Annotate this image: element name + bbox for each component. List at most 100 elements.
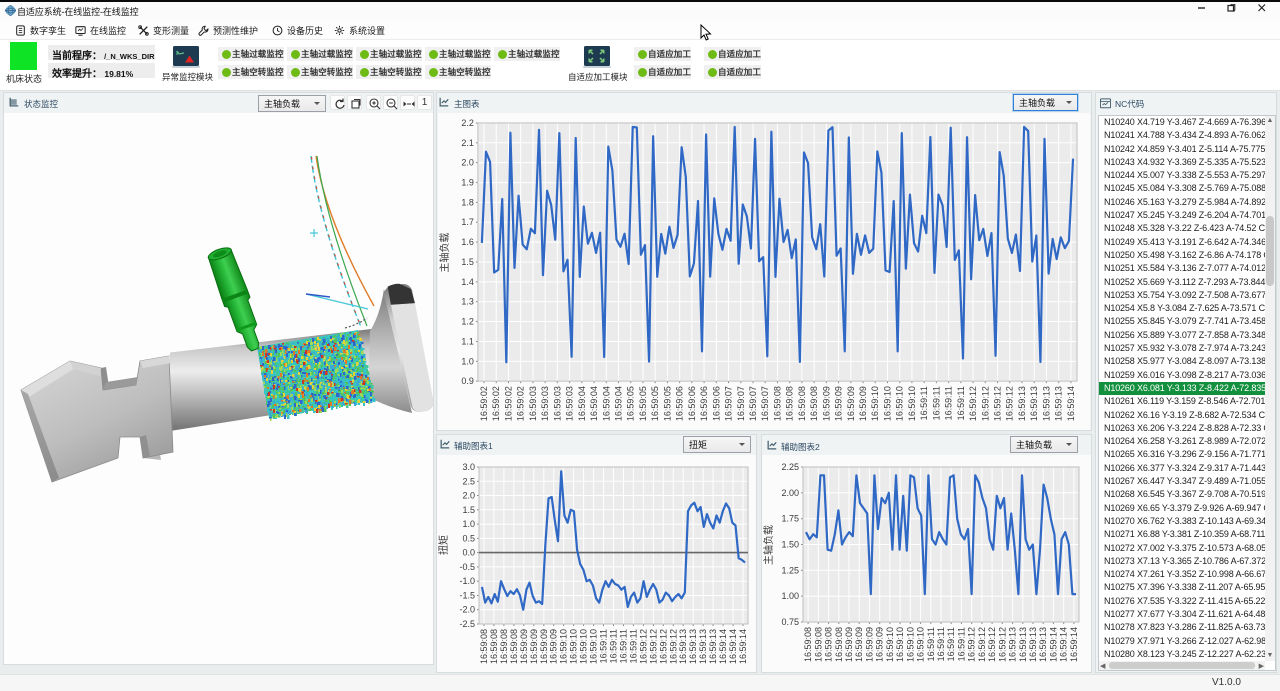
svg-text:16:59:12: 16:59:12: [1005, 386, 1015, 421]
svg-text:16:59:11: 16:59:11: [931, 386, 941, 420]
svg-text:16:59:11: 16:59:11: [628, 629, 638, 663]
svg-text:1.5: 1.5: [462, 505, 475, 515]
svg-text:16:59:11: 16:59:11: [599, 629, 609, 663]
svg-text:16:59:09: 16:59:09: [519, 629, 529, 664]
svg-text:3.0: 3.0: [462, 462, 475, 472]
svg-text:16:59:10: 16:59:10: [883, 386, 893, 421]
svg-text:16:59:04: 16:59:04: [577, 386, 587, 421]
svg-text:2.25: 2.25: [781, 462, 799, 472]
svg-text:16:59:12: 16:59:12: [668, 629, 678, 664]
svg-text:16:59:14: 16:59:14: [1069, 627, 1079, 662]
svg-text:16:59:06: 16:59:06: [675, 386, 685, 421]
svg-text:1.50: 1.50: [781, 540, 799, 550]
svg-text:16:59:09: 16:59:09: [854, 627, 864, 662]
svg-text:16:59:13: 16:59:13: [1017, 386, 1027, 421]
svg-text:16:59:11: 16:59:11: [956, 627, 966, 661]
svg-text:16:59:08: 16:59:08: [803, 627, 813, 662]
svg-text:1.4: 1.4: [461, 277, 473, 287]
svg-text:16:59:08: 16:59:08: [499, 629, 509, 664]
svg-text:16:59:13: 16:59:13: [1029, 386, 1039, 421]
svg-text:16:59:11: 16:59:11: [936, 627, 946, 661]
svg-text:16:59:08: 16:59:08: [785, 386, 795, 421]
svg-text:-2.5: -2.5: [459, 619, 475, 629]
svg-text:2.00: 2.00: [781, 488, 799, 498]
svg-text:1.00: 1.00: [781, 591, 799, 601]
svg-text:16:59:11: 16:59:11: [609, 629, 619, 663]
svg-text:16:59:08: 16:59:08: [489, 629, 499, 664]
svg-text:16:59:09: 16:59:09: [875, 627, 885, 662]
svg-text:16:59:10: 16:59:10: [895, 627, 905, 662]
svg-text:16:59:03: 16:59:03: [540, 386, 550, 421]
svg-text:-2.0: -2.0: [459, 605, 475, 615]
svg-text:2.5: 2.5: [462, 476, 475, 486]
svg-text:-1.5: -1.5: [459, 591, 475, 601]
svg-text:1.0: 1.0: [461, 356, 473, 366]
svg-text:16:59:09: 16:59:09: [549, 629, 559, 664]
svg-text:16:59:14: 16:59:14: [718, 629, 728, 664]
svg-text:0.9: 0.9: [461, 376, 473, 386]
svg-text:16:59:02: 16:59:02: [503, 386, 513, 421]
svg-text:16:59:14: 16:59:14: [1059, 627, 1069, 662]
svg-text:16:59:09: 16:59:09: [864, 627, 874, 662]
svg-text:16:59:03: 16:59:03: [552, 386, 562, 421]
svg-text:16:59:09: 16:59:09: [858, 386, 868, 421]
svg-text:16:59:11: 16:59:11: [926, 627, 936, 661]
svg-text:16:59:13: 16:59:13: [698, 629, 708, 664]
svg-text:0.5: 0.5: [462, 533, 475, 543]
svg-text:16:59:02: 16:59:02: [491, 386, 501, 421]
svg-text:16:59:03: 16:59:03: [565, 386, 575, 421]
svg-text:16:59:07: 16:59:07: [748, 386, 758, 421]
svg-text:1.75: 1.75: [781, 514, 799, 524]
svg-text:16:59:11: 16:59:11: [919, 386, 929, 420]
svg-text:16:59:10: 16:59:10: [916, 627, 926, 662]
svg-text:16:59:09: 16:59:09: [539, 629, 549, 664]
svg-text:16:59:14: 16:59:14: [738, 629, 748, 664]
svg-text:2.1: 2.1: [461, 138, 473, 148]
svg-text:16:59:13: 16:59:13: [1038, 627, 1048, 662]
svg-text:1.25: 1.25: [781, 565, 799, 575]
svg-text:16:59:04: 16:59:04: [589, 386, 599, 421]
svg-text:16:59:10: 16:59:10: [905, 627, 915, 662]
svg-text:16:59:12: 16:59:12: [987, 627, 997, 662]
svg-text:16:59:09: 16:59:09: [846, 386, 856, 421]
svg-text:16:59:05: 16:59:05: [662, 386, 672, 421]
svg-text:16:59:13: 16:59:13: [1018, 627, 1028, 662]
svg-text:1.1: 1.1: [461, 336, 473, 346]
svg-text:16:59:04: 16:59:04: [614, 386, 624, 421]
svg-text:16:59:13: 16:59:13: [1054, 386, 1064, 421]
svg-text:16:59:12: 16:59:12: [648, 629, 658, 664]
svg-text:16:59:09: 16:59:09: [834, 386, 844, 421]
svg-text:16:59:06: 16:59:06: [687, 386, 697, 421]
svg-text:16:59:05: 16:59:05: [650, 386, 660, 421]
svg-text:16:59:10: 16:59:10: [870, 386, 880, 421]
svg-text:1.8: 1.8: [461, 197, 473, 207]
svg-text:16:59:12: 16:59:12: [658, 629, 668, 664]
svg-text:1.9: 1.9: [461, 178, 473, 188]
svg-text:16:59:13: 16:59:13: [678, 629, 688, 664]
svg-text:16:59:05: 16:59:05: [626, 386, 636, 421]
svg-text:2.0: 2.0: [462, 491, 475, 501]
svg-text:16:59:08: 16:59:08: [772, 386, 782, 421]
svg-text:16:59:11: 16:59:11: [619, 629, 629, 663]
svg-text:1.7: 1.7: [461, 217, 473, 227]
svg-text:1.0: 1.0: [462, 519, 475, 529]
svg-text:1.2: 1.2: [461, 317, 473, 327]
svg-text:2.0: 2.0: [461, 158, 473, 168]
svg-text:16:59:13: 16:59:13: [1028, 627, 1038, 662]
svg-text:16:59:09: 16:59:09: [821, 386, 831, 421]
svg-text:16:59:14: 16:59:14: [728, 629, 738, 664]
svg-text:-0.5: -0.5: [459, 562, 475, 572]
svg-text:16:59:09: 16:59:09: [844, 627, 854, 662]
svg-text:16:59:12: 16:59:12: [638, 629, 648, 664]
svg-text:-1.0: -1.0: [459, 576, 475, 586]
svg-text:16:59:08: 16:59:08: [813, 627, 823, 662]
svg-text:主轴负载: 主轴负载: [438, 233, 451, 273]
svg-text:16:59:08: 16:59:08: [809, 386, 819, 421]
svg-text:16:59:13: 16:59:13: [688, 629, 698, 664]
svg-text:2.2: 2.2: [461, 118, 473, 128]
svg-text:16:59:10: 16:59:10: [885, 627, 895, 662]
svg-text:16:59:06: 16:59:06: [699, 386, 709, 421]
svg-text:16:59:08: 16:59:08: [824, 627, 834, 662]
svg-text:16:59:12: 16:59:12: [977, 627, 987, 662]
svg-text:16:59:07: 16:59:07: [736, 386, 746, 421]
